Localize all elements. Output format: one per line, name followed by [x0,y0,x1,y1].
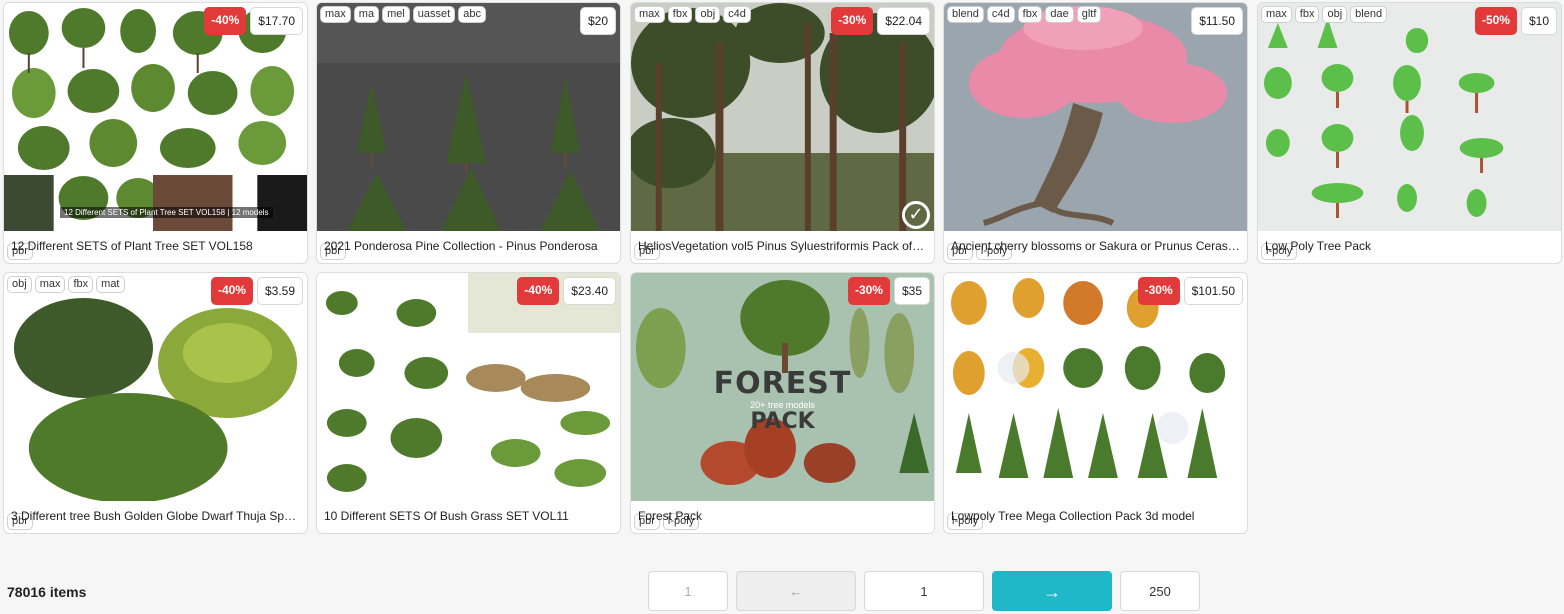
product-card[interactable]: l-poly -30% $101.50 Lowpoly Tree Mega Co… [943,272,1248,534]
price-area: -50% $10 [1474,7,1557,35]
product-card[interactable]: ✓ max fbx obj c4d pbr -30% $22.04 Helios… [630,2,935,264]
price-area: -40% $3.59 [210,277,303,305]
product-thumbnail[interactable] [317,3,620,231]
product-grid: 12 Different SETS of Plant Tree SET VOL1… [3,2,1563,534]
tag-obj: obj [7,276,32,293]
tag-obj: obj [1322,6,1348,23]
product-title[interactable]: Ancient cherry blossoms or Sakura or Pru… [951,239,1240,253]
tag-fbx: fbx [1294,6,1320,23]
discount-badge: -30% [847,277,890,305]
arrow-left-icon: ← [789,584,803,599]
price-badge: $101.50 [1183,277,1243,305]
price-area: $20 [579,7,616,35]
product-title[interactable]: Lowpoly Tree Mega Collection Pack 3d mod… [951,509,1240,523]
tag-fbx: fbx [68,276,94,293]
product-title[interactable]: 2021 Ponderosa Pine Collection - Pinus P… [324,239,613,253]
arrow-right-icon: → [1043,582,1061,602]
forest-pack-heading: FOREST [713,366,852,401]
product-card[interactable]: -40% $23.40 10 Different SETS Of Bush Gr… [316,272,621,534]
next-page-button[interactable]: → [992,571,1112,611]
first-page-button[interactable]: 1 [648,571,728,611]
tag-mat: mat [96,276,125,293]
thumbnail-caption: 12 Different SETS of Plant Tree SET VOL1… [60,207,273,218]
discount-badge: -50% [1474,7,1517,35]
price-badge: $20 [579,7,616,35]
discount-badge: -40% [204,7,247,35]
product-card[interactable]: 12 Different SETS of Plant Tree SET VOL1… [3,2,308,264]
tag-blend: blend [1350,6,1388,23]
tag-dae: dae [1045,6,1074,23]
last-page-button[interactable]: 250 [1120,571,1200,611]
previous-page-button[interactable]: ← [736,571,856,611]
price-area: -30% $22.04 [831,7,930,35]
tag-mel: mel [382,6,410,23]
product-card[interactable]: max ma mel uasset abc pbr $20 2021 Ponde… [316,2,621,264]
forest-pack-label: PACK [750,409,815,434]
price-badge: $22.04 [877,7,930,35]
pagination-footer: 78016 items 1 ← 1 → 250 [0,560,1564,614]
items-count: 78016 items [7,584,87,600]
tag-max: max [1261,6,1292,23]
tag-abc: abc [458,6,486,23]
format-tag-list: blend c4d fbx dae gltf [947,6,1102,23]
product-thumbnail[interactable] [4,273,307,501]
price-area: -40% $17.70 [204,7,303,35]
product-thumbnail[interactable]: FOREST 20+ tree models PACK [631,273,934,501]
price-area: -30% $35 [847,277,930,305]
price-badge: $17.70 [250,7,303,35]
discount-badge: -40% [210,277,253,305]
tag-fbx: fbx [667,6,693,23]
tag-c4d: c4d [723,6,751,23]
product-title[interactable]: 3 Different tree Bush Golden Globe Dwarf… [11,509,300,523]
product-card[interactable]: blend c4d fbx dae gltf pbr l-poly $11.50… [943,2,1248,264]
price-badge: $35 [893,277,930,305]
tag-c4d: c4d [986,6,1015,23]
price-badge: $23.40 [563,277,616,305]
tag-obj: obj [695,6,721,23]
price-badge: $11.50 [1191,7,1243,35]
product-thumbnail[interactable] [944,273,1247,501]
product-card[interactable]: max fbx obj blend l-poly -50% $10 Low Po… [1257,2,1562,264]
tag-ma: ma [353,6,380,23]
discount-badge: -40% [517,277,560,305]
format-tag-list: max ma mel uasset abc [320,6,486,23]
price-area: -40% $23.40 [517,277,616,305]
brand-logo-icon: ✓ [902,201,930,229]
tag-gltf: gltf [1076,6,1102,23]
product-thumbnail[interactable]: ✓ [631,3,934,231]
tag-fbx: fbx [1017,6,1043,23]
product-title[interactable]: HeliosVegetation vol5 Pinus Syluestrifor… [638,239,927,253]
product-title[interactable]: Forest Pack [638,509,927,523]
price-badge: $3.59 [256,277,303,305]
discount-badge: -30% [831,7,874,35]
tag-max: max [634,6,665,23]
product-thumbnail[interactable] [317,273,620,501]
product-thumbnail[interactable] [944,3,1247,231]
price-area: -30% $101.50 [1137,277,1243,305]
page-number-input[interactable]: 1 [864,571,984,611]
product-title[interactable]: 10 Different SETS Of Bush Grass SET VOL1… [324,509,613,523]
product-thumbnail[interactable]: 12 Different SETS of Plant Tree SET VOL1… [4,3,307,231]
price-badge: $10 [1520,7,1557,35]
product-title[interactable]: 12 Different SETS of Plant Tree SET VOL1… [11,239,300,253]
product-title[interactable]: Low Poly Tree Pack [1265,239,1554,253]
discount-badge: -30% [1137,277,1180,305]
format-tag-list: max fbx obj blend [1261,6,1388,23]
price-area: $11.50 [1191,7,1243,35]
product-card[interactable]: obj max fbx mat pbr -40% $3.59 3 Differe… [3,272,308,534]
product-thumbnail[interactable] [1258,3,1561,231]
format-tag-list: max fbx obj c4d [634,6,751,23]
tag-blend: blend [947,6,984,23]
format-tag-list: obj max fbx mat [7,276,125,293]
tag-max: max [34,276,66,293]
product-card[interactable]: FOREST 20+ tree models PACK pbr l-poly -… [630,272,935,534]
tag-uasset: uasset [412,6,456,23]
tag-max: max [320,6,351,23]
